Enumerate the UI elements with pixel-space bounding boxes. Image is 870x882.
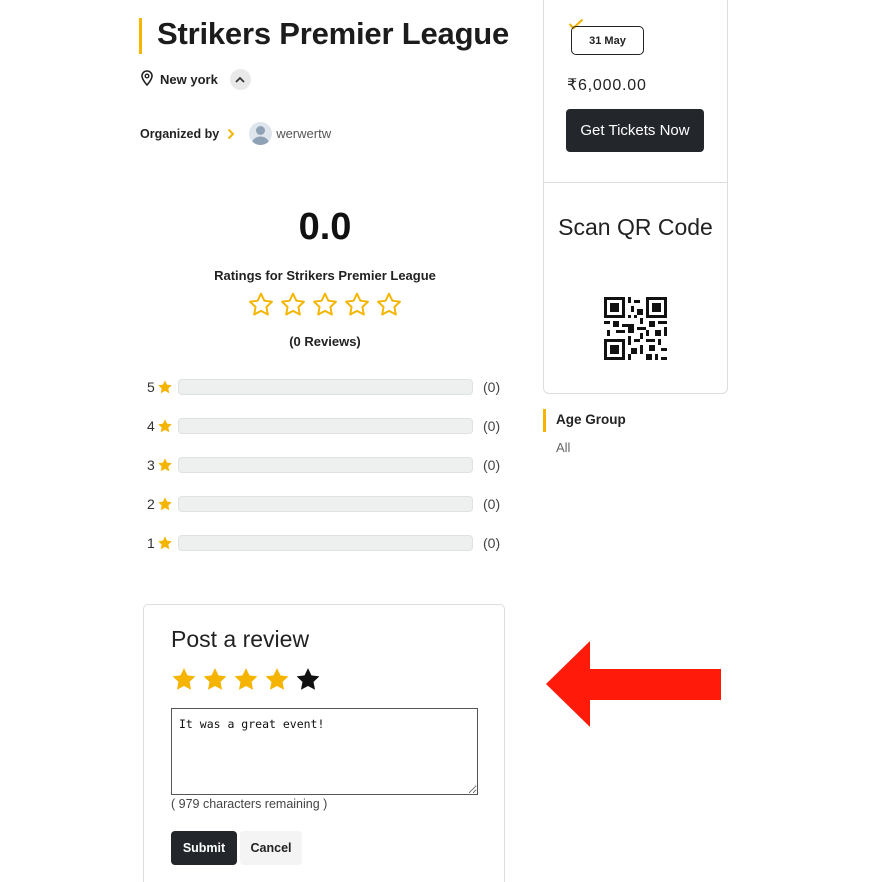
characters-remaining: ( 979 characters remaining )	[171, 797, 328, 811]
breakdown-bar	[178, 535, 473, 551]
star-outline-icon	[344, 292, 370, 322]
star-icon[interactable]	[233, 667, 259, 697]
star-icon[interactable]	[171, 667, 197, 697]
chevron-right-icon	[227, 128, 235, 140]
qr-title: Scan QR Code	[558, 214, 713, 240]
cancel-review-button[interactable]: Cancel	[240, 831, 302, 865]
star-icon	[156, 534, 174, 552]
star-icon	[156, 456, 174, 474]
breakdown-count: (0)	[483, 535, 501, 551]
organized-by-label: Organized by	[140, 126, 220, 141]
breakdown-stars: 3	[147, 457, 155, 473]
star-icon[interactable]	[295, 667, 321, 697]
event-date-badge[interactable]: 31 May	[571, 26, 644, 55]
event-location: New york	[140, 69, 251, 90]
star-outline-icon	[376, 292, 402, 322]
qr-code-icon	[604, 297, 667, 360]
rating-breakdown-row: 4 (0)	[147, 417, 500, 435]
submit-review-button[interactable]: Submit	[171, 831, 237, 865]
age-group-value: All	[556, 440, 571, 455]
rating-breakdown-row: 2 (0)	[147, 495, 500, 513]
event-title: Strikers Premier League	[157, 16, 510, 51]
breakdown-bar	[178, 379, 473, 395]
breakdown-stars: 4	[147, 418, 155, 434]
star-outline-icon	[280, 292, 306, 322]
organizer-row: Organized by werwertw	[140, 122, 331, 145]
star-icon	[156, 378, 174, 396]
star-outline-icon	[248, 292, 274, 322]
breakdown-count: (0)	[483, 457, 501, 473]
breakdown-count: (0)	[483, 418, 501, 434]
reviews-count: (0 Reviews)	[289, 334, 361, 349]
breakdown-stars: 2	[147, 496, 155, 512]
star-icon	[156, 417, 174, 435]
review-textarea[interactable]: It was a great event!	[171, 708, 478, 795]
breakdown-bar	[178, 496, 473, 512]
breakdown-stars: 1	[147, 535, 155, 551]
get-tickets-button[interactable]: Get Tickets Now	[566, 109, 704, 152]
ratings-caption: Ratings for Strikers Premier League	[214, 268, 436, 283]
star-icon	[156, 495, 174, 513]
rating-breakdown-row: 1 (0)	[147, 534, 500, 552]
sidebar-divider	[544, 182, 727, 183]
rating-breakdown-row: 5 (0)	[147, 378, 500, 396]
rating-breakdown-row: 3 (0)	[147, 456, 500, 474]
average-rating: 0.0	[298, 206, 352, 248]
review-star-selector[interactable]	[171, 667, 321, 697]
breakdown-count: (0)	[483, 496, 501, 512]
breakdown-bar	[178, 418, 473, 434]
map-pin-icon	[140, 70, 154, 89]
location-text: New york	[160, 72, 218, 87]
post-review-title: Post a review	[171, 626, 310, 652]
ticket-price: ₹6,000.00	[567, 77, 647, 94]
age-group-label: Age Group	[556, 412, 626, 427]
organizer-name[interactable]: werwertw	[276, 126, 331, 141]
average-rating-stars	[145, 292, 505, 322]
star-icon[interactable]	[264, 667, 290, 697]
star-outline-icon	[312, 292, 338, 322]
organizer-avatar[interactable]	[249, 122, 273, 145]
chevron-up-icon[interactable]	[229, 69, 251, 90]
star-icon[interactable]	[202, 667, 228, 697]
age-group-accent	[543, 409, 546, 432]
red-arrow-left-icon	[545, 640, 722, 733]
breakdown-count: (0)	[483, 379, 501, 395]
breakdown-stars: 5	[147, 379, 155, 395]
breakdown-bar	[178, 457, 473, 473]
title-accent-bar	[139, 18, 142, 54]
